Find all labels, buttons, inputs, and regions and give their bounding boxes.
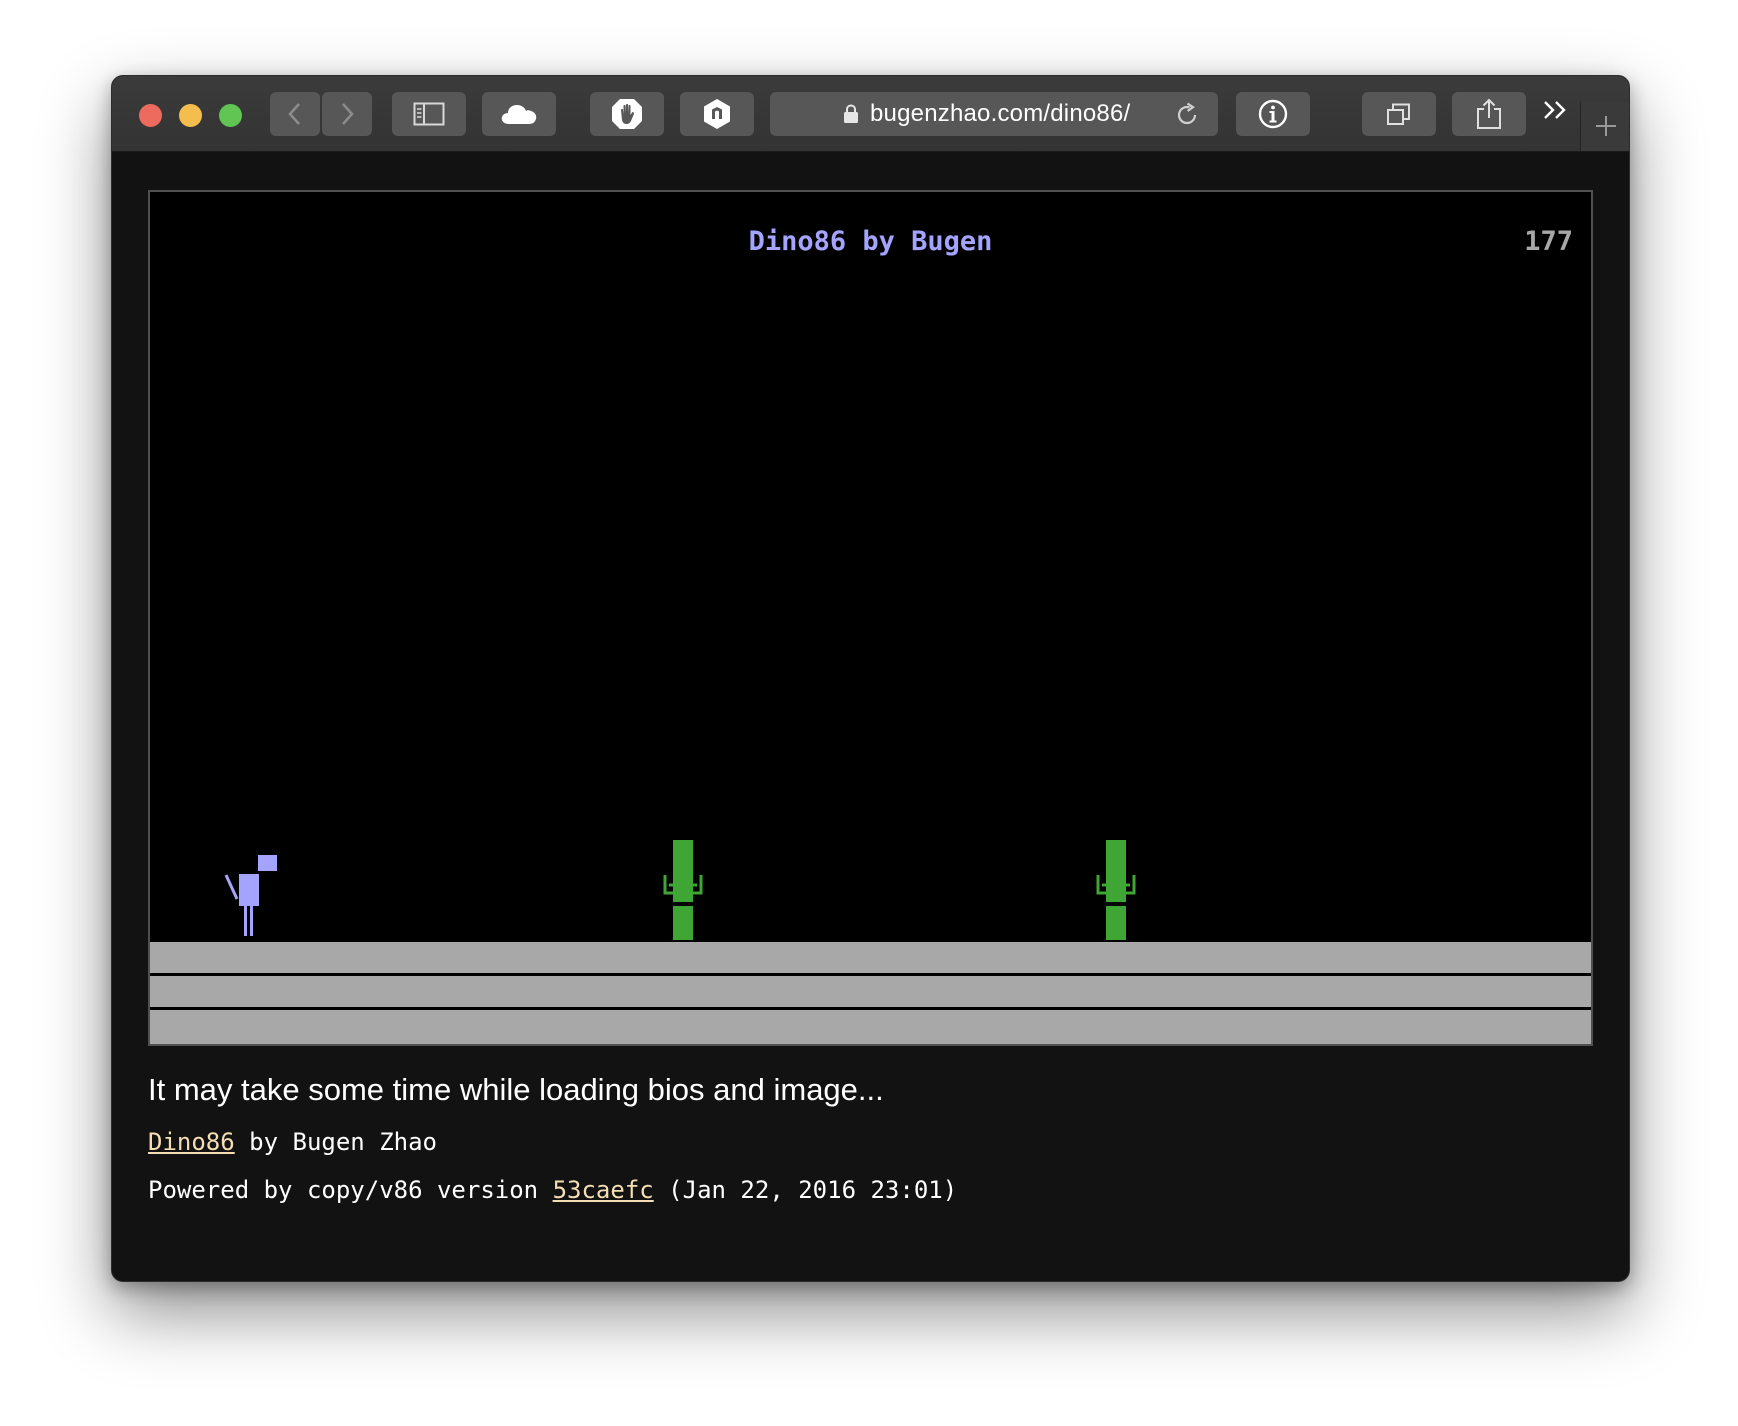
loading-message: It may take some time while loading bios… <box>148 1072 884 1107</box>
powered-by-line: Powered by copy/v86 version 53caefc (Jan… <box>148 1176 957 1204</box>
close-window-button[interactable] <box>139 104 162 127</box>
more-chevrons-icon[interactable] <box>1542 98 1570 122</box>
minimize-window-button[interactable] <box>179 104 202 127</box>
cactus-obstacle <box>663 840 703 940</box>
powered-by-date: (Jan 22, 2016 23:01) <box>653 1176 958 1204</box>
address-bar[interactable]: bugenzhao.com/dino86/ <box>770 92 1218 136</box>
credit-line: Dino86 by Bugen Zhao <box>148 1128 437 1156</box>
cloud-icon <box>501 105 537 124</box>
powered-by-prefix: Powered by copy/v86 version <box>148 1176 553 1204</box>
ground <box>150 942 1591 1044</box>
ground-line <box>150 1007 1591 1010</box>
back-button[interactable] <box>270 92 320 136</box>
tabs-icon <box>1387 103 1410 125</box>
credit-author: by Bugen Zhao <box>234 1128 437 1156</box>
game-score: 177 <box>1524 226 1573 257</box>
cactus-obstacle <box>1096 840 1136 940</box>
show-all-tabs-button[interactable] <box>1362 92 1436 136</box>
dino-character <box>224 855 277 936</box>
version-link[interactable]: 53caefc <box>553 1176 654 1204</box>
forward-icon <box>342 103 354 125</box>
lock-icon <box>844 104 858 123</box>
address-url: bugenzhao.com/dino86/ <box>870 100 1131 127</box>
game-title: Dino86 by Bugen <box>748 226 993 257</box>
page-info-button[interactable] <box>1236 92 1310 136</box>
extension-icon <box>704 99 730 129</box>
back-icon <box>288 103 300 125</box>
game-canvas[interactable]: Dino86 by Bugen 177 <box>148 190 1593 1046</box>
new-tab-icon <box>1596 116 1616 136</box>
sidebar-icon <box>413 102 445 126</box>
zoom-window-button[interactable] <box>219 104 242 127</box>
forward-button[interactable] <box>322 92 372 136</box>
reload-icon[interactable] <box>1174 102 1200 128</box>
share-icon <box>1477 98 1501 129</box>
hex-extension-button[interactable] <box>680 92 754 136</box>
share-button[interactable] <box>1452 92 1526 136</box>
new-tab-button[interactable] <box>1580 102 1629 151</box>
hand-stop-icon <box>612 99 642 129</box>
browser-window: bugenzhao.com/dino86/ Dino86 by Bugen 17… <box>111 75 1630 1282</box>
info-icon <box>1258 99 1288 129</box>
sidebar-button[interactable] <box>392 92 466 136</box>
browser-toolbar: bugenzhao.com/dino86/ <box>112 76 1629 152</box>
ground-line <box>150 973 1591 976</box>
hand-extension-button[interactable] <box>590 92 664 136</box>
icloud-tabs-button[interactable] <box>482 92 556 136</box>
dino86-link[interactable]: Dino86 <box>148 1128 235 1156</box>
